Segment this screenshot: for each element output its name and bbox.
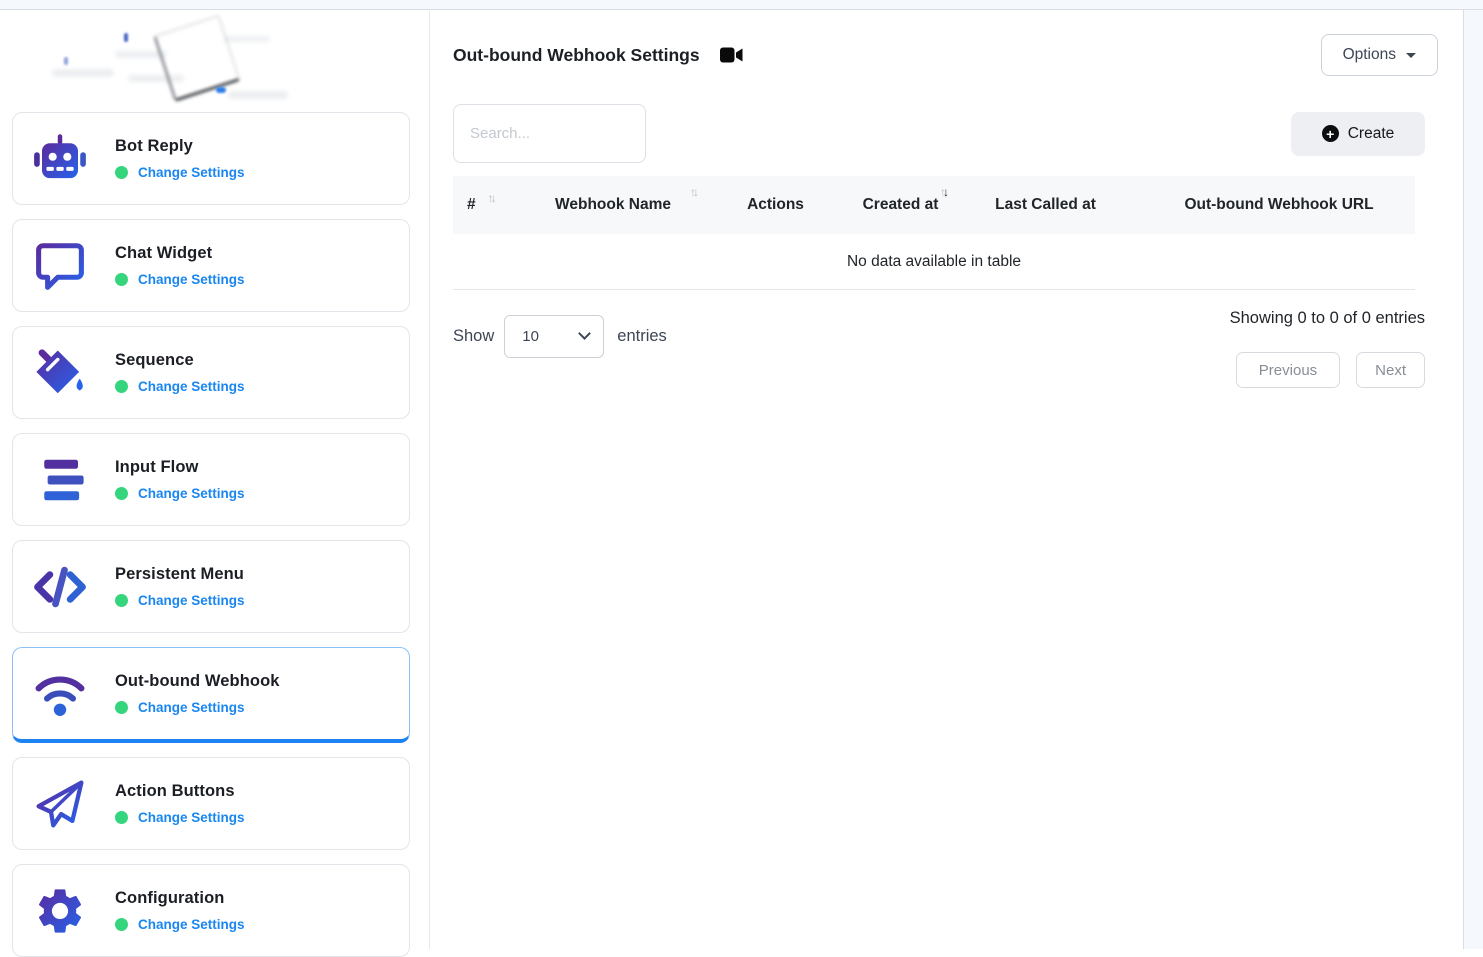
sidebar-item-title: Input Flow [115,458,245,477]
table-header-row: # Webhook Name Actions Created at Last C… [453,176,1415,234]
table-toolbar: + Create [453,104,1438,163]
change-settings-link[interactable]: Change Settings [138,810,245,825]
sidebar-item-title: Configuration [115,889,245,908]
chat-bubble-icon [33,239,87,293]
change-settings-link[interactable]: Change Settings [138,593,245,608]
wifi-icon [33,667,87,721]
entries-label: entries [617,327,667,346]
next-page-button[interactable]: Next [1356,352,1425,388]
scrollbar-track[interactable] [1463,10,1483,949]
top-strip [0,0,1483,10]
status-dot [115,811,128,824]
change-settings-link[interactable]: Change Settings [138,917,245,932]
change-settings-link[interactable]: Change Settings [138,165,245,180]
sidebar-item-out-bound-webhook[interactable]: Out-bound Webhook Change Settings [12,647,410,743]
options-button-label: Options [1343,46,1396,64]
show-label: Show [453,327,494,346]
entries-summary: Showing 0 to 0 of 0 entries [1230,309,1425,328]
table-footer: Show 10 entries Showing 0 to 0 of 0 entr… [453,309,1438,388]
page-size-select[interactable]: 10 [504,315,604,358]
column-header-outbound-webhook-url[interactable]: Out-bound Webhook URL [1143,176,1415,234]
change-settings-link[interactable]: Change Settings [138,272,245,287]
status-dot [115,166,128,179]
create-button-label: Create [1348,125,1395,143]
table-empty-message: No data available in table [453,234,1415,290]
caret-down-icon [1406,53,1416,58]
sidebar-item-configuration[interactable]: Configuration Change Settings [12,864,410,957]
video-camera-icon[interactable] [720,47,743,63]
column-header-webhook-name[interactable]: Webhook Name [528,176,698,234]
status-dot [115,594,128,607]
page-header: Out-bound Webhook Settings Options [453,34,1438,76]
webhooks-table: # Webhook Name Actions Created at Last C… [453,176,1415,290]
sort-icon[interactable] [940,185,946,199]
logo-blur-shape [224,36,270,42]
sidebar-item-persistent-menu[interactable]: Persistent Menu Change Settings [12,540,410,633]
previous-page-button[interactable]: Previous [1236,352,1340,388]
page-title: Out-bound Webhook Settings [453,45,700,66]
options-button[interactable]: Options [1321,34,1438,76]
sidebar-item-bot-reply[interactable]: Bot Reply Change Settings [12,112,410,205]
status-dot [115,701,128,714]
status-dot [115,380,128,393]
sidebar-nav: Bot Reply Change Settings Chat Widget Ch… [12,112,410,957]
paint-bucket-icon [33,346,87,400]
plus-icon: + [1322,125,1339,142]
sidebar-item-title: Chat Widget [115,244,245,263]
sidebar-item-title: Sequence [115,351,245,370]
logo-blur-dot [64,57,68,65]
sidebar-item-title: Persistent Menu [115,565,245,584]
page-size-control: Show 10 entries [453,315,667,358]
sidebar: Bot Reply Change Settings Chat Widget Ch… [0,11,430,949]
status-dot [115,273,128,286]
column-header-created-at[interactable]: Created at [853,176,948,234]
sort-icon[interactable] [488,191,494,205]
sidebar-item-title: Out-bound Webhook [115,672,280,691]
column-header-last-called-at[interactable]: Last Called at [948,176,1143,234]
robot-icon [33,132,87,186]
logo-blur-shape [52,69,114,77]
pagination: Previous Next [1236,352,1425,388]
change-settings-link[interactable]: Change Settings [138,486,245,501]
sidebar-item-chat-widget[interactable]: Chat Widget Change Settings [12,219,410,312]
sidebar-item-input-flow[interactable]: Input Flow Change Settings [12,433,410,526]
sidebar-item-action-buttons[interactable]: Action Buttons Change Settings [12,757,410,850]
sidebar-item-sequence[interactable]: Sequence Change Settings [12,326,410,419]
column-header-index[interactable]: # [453,176,528,234]
logo-blur-dot [124,33,128,42]
input-flow-icon [33,453,87,507]
main-content: Out-bound Webhook Settings Options + Cre… [431,11,1462,949]
app-logo[interactable] [12,11,410,112]
status-dot [115,487,128,500]
sidebar-item-title: Action Buttons [115,782,245,801]
create-button[interactable]: + Create [1291,112,1425,156]
status-dot [115,918,128,931]
logo-blur-shape [228,91,288,99]
paper-plane-icon [33,777,87,831]
change-settings-link[interactable]: Change Settings [138,700,245,715]
logo-blur-arc [153,14,241,102]
gear-icon [33,884,87,938]
sidebar-item-title: Bot Reply [115,137,245,156]
search-input[interactable] [453,104,646,163]
logo-blur-dot [216,87,226,93]
column-header-actions[interactable]: Actions [698,176,853,234]
change-settings-link[interactable]: Change Settings [138,379,245,394]
code-icon [33,560,87,614]
sort-icon[interactable] [690,185,696,199]
